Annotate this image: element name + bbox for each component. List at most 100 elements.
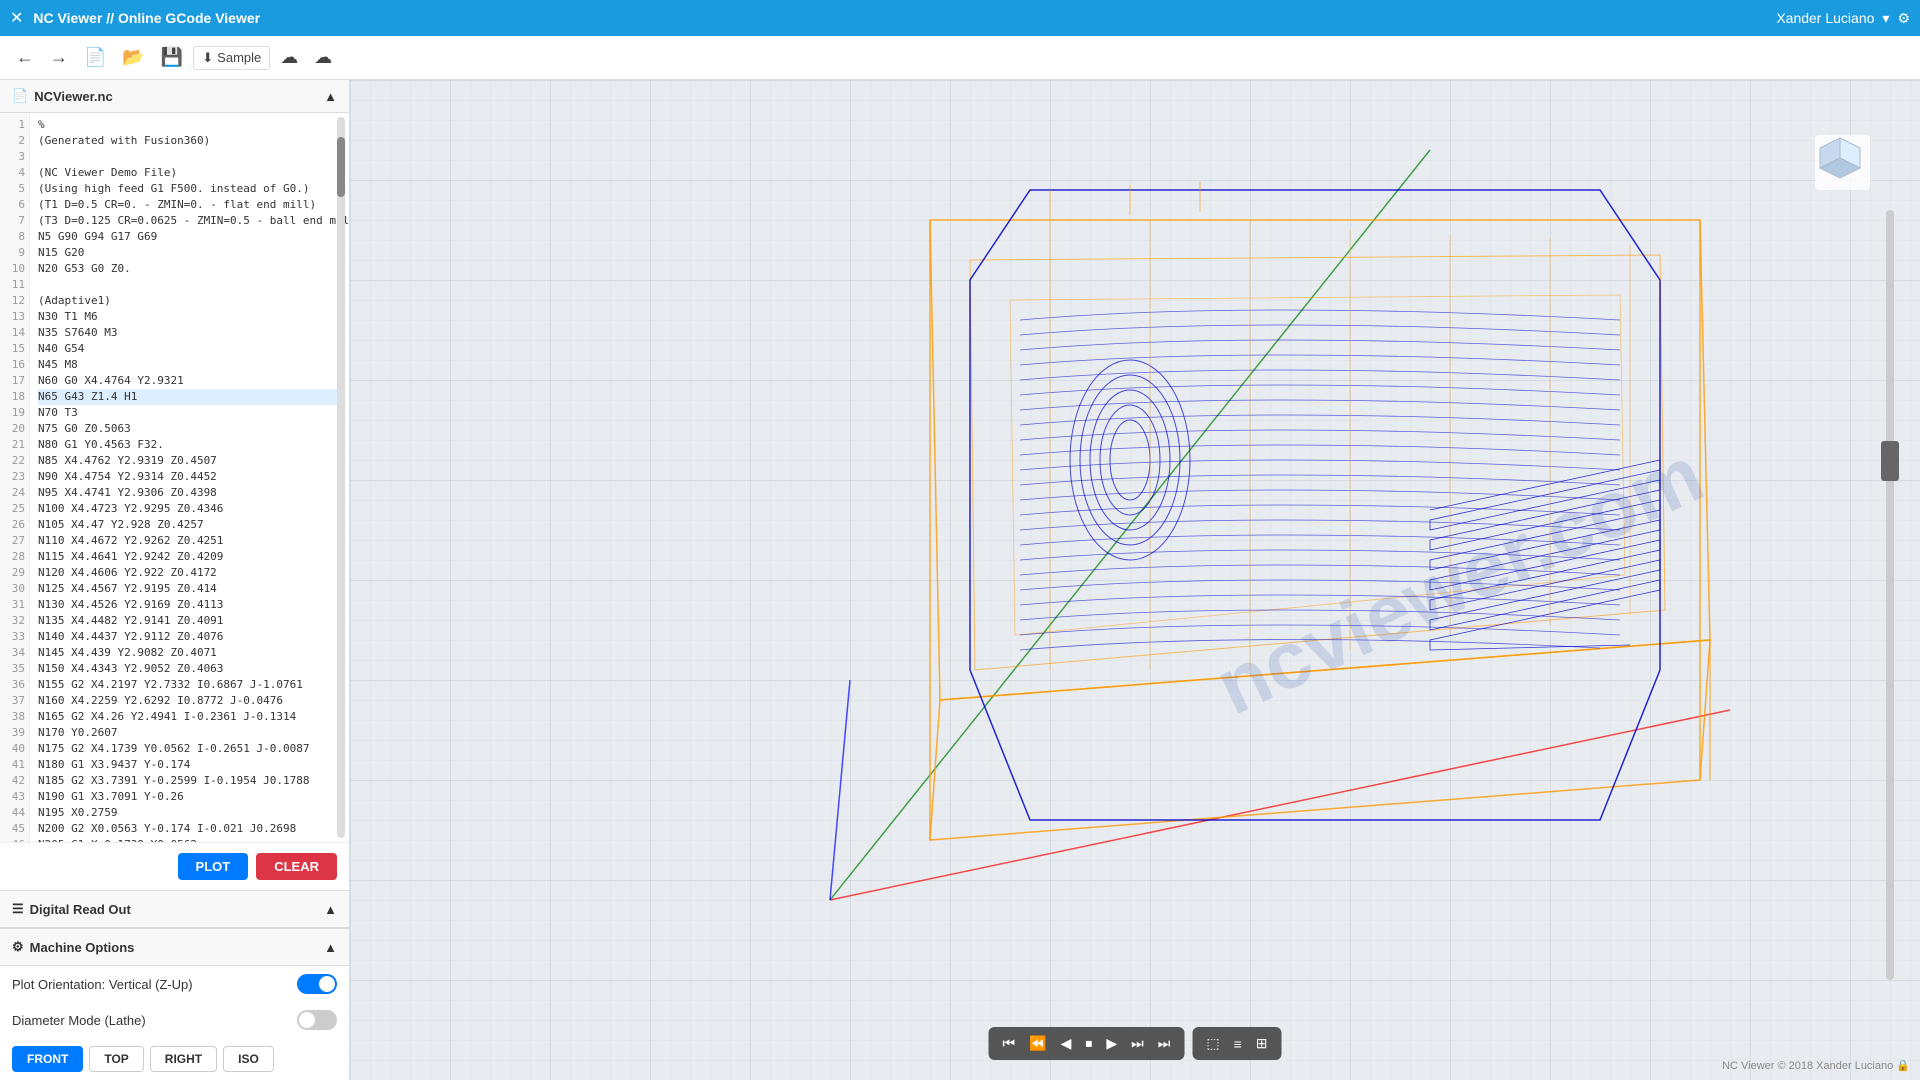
line-number: 17 xyxy=(8,373,25,389)
code-line: N60 G0 X4.4764 Y2.9321 xyxy=(38,373,341,389)
open-file-button[interactable]: 📂 xyxy=(116,43,150,72)
collapse-code-icon[interactable]: ▲ xyxy=(324,89,337,104)
code-line: N180 G1 X3.9437 Y-0.174 xyxy=(38,757,341,773)
view-btn-right[interactable]: RIGHT xyxy=(150,1046,217,1072)
stop-button[interactable]: ⏹ xyxy=(1079,1031,1098,1056)
code-area[interactable]: 1234567891011121314151617181920212223242… xyxy=(0,113,349,842)
line-number: 10 xyxy=(8,261,25,277)
code-line: N200 G2 X0.0563 Y-0.174 I-0.021 J0.2698 xyxy=(38,821,341,837)
line-number: 19 xyxy=(8,405,25,421)
new-file-button[interactable]: 📄 xyxy=(78,43,112,72)
bottom-bar: ⏮ ⏪ ◀ ⏹ ▶ ⏭ ⏭ ⬚ ≡ ⊞ xyxy=(989,1027,1282,1060)
line-number: 39 xyxy=(8,725,25,741)
forward-button[interactable]: → xyxy=(44,43,74,72)
code-line: N105 X4.47 Y2.928 Z0.4257 xyxy=(38,517,341,533)
skip-start-button[interactable]: ⏮ xyxy=(997,1031,1022,1056)
code-line: N95 X4.4741 Y2.9306 Z0.4398 xyxy=(38,485,341,501)
line-number: 45 xyxy=(8,821,25,837)
cloud1-button[interactable]: ☁ xyxy=(274,43,304,72)
code-content[interactable]: %(Generated with Fusion360) (NC Viewer D… xyxy=(30,113,349,842)
zoom-slider[interactable] xyxy=(1880,210,1900,980)
view-buttons-row: FRONTTOP RIGHTISO xyxy=(0,1038,349,1080)
plot-button[interactable]: PLOT xyxy=(178,853,249,880)
code-line: N170 Y0.2607 xyxy=(38,725,341,741)
machine-options-header[interactable]: ⚙ Machine Options ▲ xyxy=(0,929,349,966)
line-number: 5 xyxy=(8,181,25,197)
zoom-handle[interactable] xyxy=(1881,441,1899,481)
line-number: 21 xyxy=(8,437,25,453)
close-icon[interactable]: ✕ xyxy=(10,8,23,28)
code-line xyxy=(38,149,341,165)
view-btn-top[interactable]: TOP xyxy=(89,1046,143,1072)
user-label: Xander Luciano xyxy=(1776,10,1874,26)
code-line: N175 G2 X4.1739 Y0.0562 I-0.2651 J-0.008… xyxy=(38,741,341,757)
code-line: (T3 D=0.125 CR=0.0625 - ZMIN=0.5 - ball … xyxy=(38,213,341,229)
line-number: 18 xyxy=(8,389,25,405)
step-forward-button[interactable]: ⏭ xyxy=(1125,1031,1150,1056)
view-type-controls: ⬚ ≡ ⊞ xyxy=(1192,1027,1281,1060)
diameter-mode-toggle[interactable] xyxy=(297,1010,337,1030)
download-icon: ⬇ xyxy=(202,50,213,66)
line-number: 9 xyxy=(8,245,25,261)
code-line: N45 M8 xyxy=(38,357,341,373)
list-view-button[interactable]: ≡ xyxy=(1228,1032,1248,1056)
save-button[interactable]: 💾 xyxy=(155,43,189,72)
line-number: 44 xyxy=(8,805,25,821)
sample-button[interactable]: ⬇ Sample xyxy=(193,46,270,70)
play-button[interactable]: ▶ xyxy=(1100,1031,1123,1056)
viewport[interactable]: ncviewer.com xyxy=(350,80,1920,1080)
grid-view-button[interactable]: ⊞ xyxy=(1250,1031,1274,1056)
play-back-button[interactable]: ◀ xyxy=(1055,1031,1078,1056)
plot-orientation-row: Plot Orientation: Vertical (Z-Up) xyxy=(0,966,349,1002)
line-number: 38 xyxy=(8,709,25,725)
line-number: 16 xyxy=(8,357,25,373)
line-number: 37 xyxy=(8,693,25,709)
code-line: (Generated with Fusion360) xyxy=(38,133,341,149)
view-btn-iso[interactable]: ISO xyxy=(223,1046,274,1072)
dro-header[interactable]: ☰ Digital Read Out ▲ xyxy=(0,891,349,928)
line-number: 7 xyxy=(8,213,25,229)
code-line: N145 X4.439 Y2.9082 Z0.4071 xyxy=(38,645,341,661)
code-line: N130 X4.4526 Y2.9169 Z0.4113 xyxy=(38,597,341,613)
line-number: 11 xyxy=(8,277,25,293)
back-button[interactable]: ← xyxy=(10,43,40,72)
code-line: N30 T1 M6 xyxy=(38,309,341,325)
dro-collapse-icon[interactable]: ▲ xyxy=(324,902,337,917)
3d-cube-widget[interactable] xyxy=(1810,130,1870,190)
line-number: 35 xyxy=(8,661,25,677)
line-number: 24 xyxy=(8,485,25,501)
line-number: 1 xyxy=(8,117,25,133)
code-line: N15 G20 xyxy=(38,245,341,261)
line-numbers: 1234567891011121314151617181920212223242… xyxy=(0,113,30,842)
code-editor-header[interactable]: 📄 NCViewer.nc ▲ xyxy=(0,80,349,113)
settings-icon[interactable]: ⚙ xyxy=(1897,10,1910,27)
user-chevron-icon[interactable]: ▾ xyxy=(1882,10,1889,27)
code-line: N195 X0.2759 xyxy=(38,805,341,821)
line-number: 12 xyxy=(8,293,25,309)
clear-button[interactable]: CLEAR xyxy=(256,853,337,880)
line-number: 13 xyxy=(8,309,25,325)
step-back-button[interactable]: ⏪ xyxy=(1023,1031,1052,1056)
machine-options-collapse-icon[interactable]: ▲ xyxy=(324,940,337,955)
line-number: 23 xyxy=(8,469,25,485)
skip-end-button[interactable]: ⏭ xyxy=(1152,1031,1177,1056)
code-line: N75 G0 Z0.5063 xyxy=(38,421,341,437)
wireframe-button[interactable]: ⬚ xyxy=(1200,1031,1225,1056)
code-line: % xyxy=(38,117,341,133)
plot-orientation-toggle[interactable] xyxy=(297,974,337,994)
code-line: N125 X4.4567 Y2.9195 Z0.414 xyxy=(38,581,341,597)
view-btn-front[interactable]: FRONT xyxy=(12,1046,83,1072)
code-buttons: PLOT CLEAR xyxy=(0,842,349,890)
code-line: N205 G1 X-0.1739 Y0.0562 xyxy=(38,837,341,842)
line-number: 30 xyxy=(8,581,25,597)
zoom-track[interactable] xyxy=(1886,210,1894,980)
code-line: N80 G1 Y0.4563 F32. xyxy=(38,437,341,453)
line-number: 20 xyxy=(8,421,25,437)
cloud2-button[interactable]: ☁ xyxy=(308,43,338,72)
diameter-mode-row: Diameter Mode (Lathe) xyxy=(0,1002,349,1038)
line-number: 28 xyxy=(8,549,25,565)
filename: NCViewer.nc xyxy=(34,89,113,104)
line-number: 4 xyxy=(8,165,25,181)
code-line: (Adaptive1) xyxy=(38,293,341,309)
line-number: 34 xyxy=(8,645,25,661)
